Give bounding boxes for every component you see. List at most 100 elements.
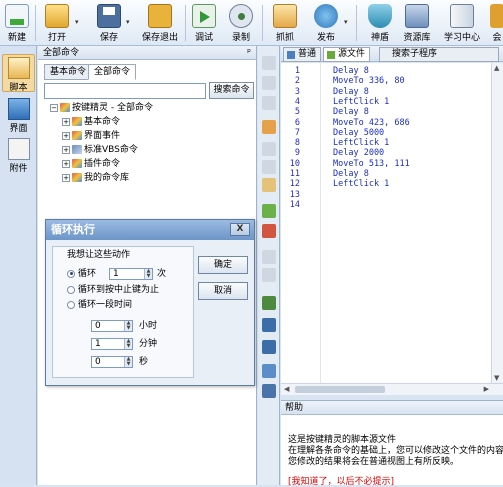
save-exit-button[interactable]: 保存退出 <box>138 2 182 44</box>
publish-button[interactable]: 发布 <box>312 2 340 44</box>
dismiss-tip-link[interactable]: [我知道了，以后不必提示] <box>288 474 394 487</box>
ok-button[interactable]: 确定 <box>198 256 248 274</box>
code-line[interactable]: Delay 5000 <box>333 128 384 138</box>
tab-all-commands[interactable]: 全部命令 <box>88 64 137 80</box>
code-line[interactable]: LeftClick 1 <box>333 179 389 189</box>
loop-duration-radio[interactable]: 循环一段时间 <box>67 299 132 311</box>
save-dropdown-icon[interactable]: ▾ <box>126 18 130 26</box>
tree-item-label: 界面事件 <box>84 131 121 141</box>
attachment-icon <box>7 138 30 160</box>
editor-horizontal-scrollbar[interactable]: ◀ ▶ <box>281 383 503 395</box>
tab-source-file[interactable]: 源文件 <box>323 47 371 62</box>
comment-icon[interactable] <box>262 204 276 218</box>
undo-icon[interactable] <box>262 250 276 264</box>
stepper-arrows-icon[interactable]: ▲ ▼ <box>124 321 132 331</box>
expand-icon[interactable]: + <box>62 117 70 126</box>
code-line[interactable]: LeftClick 1 <box>333 138 389 148</box>
tree-item[interactable]: + 基本命令 <box>62 116 120 128</box>
tree-item[interactable]: + 标准VBS命令 <box>62 144 138 156</box>
move-up-icon[interactable] <box>262 56 276 70</box>
stepper-arrows-icon[interactable]: ▲ ▼ <box>124 357 132 367</box>
member-icon <box>490 4 503 28</box>
stepper-arrows-icon[interactable]: ▲ ▼ <box>124 339 132 349</box>
subroutine-search[interactable]: 搜索子程序 <box>379 47 499 62</box>
minutes-stepper[interactable]: 1 ▲ ▼ <box>91 338 133 350</box>
tree-item[interactable]: + 插件命令 <box>62 158 120 170</box>
delete-icon[interactable] <box>262 96 276 110</box>
tree-root[interactable]: − 按键精灵 - 全部命令 <box>50 102 153 114</box>
find-icon[interactable] <box>262 318 276 332</box>
scroll-up-icon[interactable]: ▲ <box>494 64 499 72</box>
loop-count-radio[interactable]: 循环 <box>67 268 96 280</box>
tab-ui[interactable]: 界面 <box>2 96 35 134</box>
expand-icon[interactable]: + <box>62 173 70 182</box>
cancel-button[interactable]: 取消 <box>198 282 248 300</box>
command-search-input[interactable] <box>44 83 206 99</box>
hand-icon[interactable] <box>262 120 276 134</box>
code-line[interactable]: Delay 8 <box>333 107 369 117</box>
close-icon[interactable]: X <box>230 223 250 236</box>
source-editor[interactable]: 1 2 3 4 5 6 7 8 9 10 11 12 13 14 Delay 8 MoveTo 336, 8… <box>281 63 491 383</box>
tab-normal-view[interactable]: 普通 <box>283 47 322 62</box>
loop-duration-label: 循环一段时间 <box>78 300 133 310</box>
learn-center-button[interactable]: 学习中心 <box>442 2 482 44</box>
goto-icon[interactable] <box>262 296 276 310</box>
scroll-down-icon[interactable]: ▼ <box>494 374 499 382</box>
scroll-thumb[interactable] <box>295 386 385 393</box>
tree-item[interactable]: + 界面事件 <box>62 130 120 142</box>
code-line[interactable]: MoveTo 513, 111 <box>333 159 410 169</box>
editor-vertical-scrollbar[interactable]: ▲ ▼ <box>491 63 503 383</box>
hours-stepper[interactable]: 0 ▲ ▼ <box>91 320 133 332</box>
help-panel: 帮助 这是按键精灵的脚本源文件 在理解各条命令的基础上，您可以修改这个文件的内容… <box>281 400 503 487</box>
scroll-right-icon[interactable]: ▶ <box>484 385 489 393</box>
debug-button[interactable]: 调试 <box>191 2 217 44</box>
copy-icon[interactable] <box>262 160 276 174</box>
new-button[interactable]: 新建 <box>2 2 32 44</box>
replace-icon[interactable] <box>262 340 276 354</box>
properties-icon[interactable] <box>262 364 276 378</box>
loop-count-stepper[interactable]: 1 ▲ ▼ <box>109 268 153 280</box>
search-command-button[interactable]: 搜索命令 <box>209 82 254 99</box>
capture-button[interactable]: 抓抓 <box>272 2 298 44</box>
open-dropdown-icon[interactable]: ▾ <box>75 18 79 26</box>
cut-icon[interactable] <box>262 142 276 156</box>
line-number: 11 <box>289 169 300 179</box>
paste-icon[interactable] <box>262 178 276 192</box>
move-down-icon[interactable] <box>262 76 276 90</box>
code-line[interactable]: MoveTo 423, 686 <box>333 118 410 128</box>
seconds-stepper[interactable]: 0 ▲ ▼ <box>91 356 133 368</box>
record-button[interactable]: 录制 <box>228 2 254 44</box>
code-line[interactable]: LeftClick 1 <box>333 97 389 107</box>
tree-item[interactable]: + 我的命令库 <box>62 172 129 184</box>
expand-icon[interactable]: + <box>62 159 70 168</box>
tab-script[interactable]: 脚本 <box>2 54 35 93</box>
tab-basic-commands[interactable]: 基本命令 <box>44 64 93 80</box>
tab-attach[interactable]: 附件 <box>2 136 35 174</box>
loop-options-group: 我想让这些动作 循环 1 ▲ ▼ 次 循环到按中止键为止 循环一段时间 0 ▲ ▼ … <box>52 246 194 378</box>
code-line[interactable]: Delay 8 <box>333 66 369 76</box>
expand-icon[interactable]: + <box>62 131 70 140</box>
line-number-gutter: 1 2 3 4 5 6 7 8 9 10 11 12 13 14 <box>281 63 321 383</box>
loop-until-stop-radio[interactable]: 循环到按中止键为止 <box>67 284 159 296</box>
code-line[interactable]: MoveTo 336, 80 <box>333 76 405 86</box>
command-group-icon <box>72 145 82 154</box>
uncomment-icon[interactable] <box>262 224 276 238</box>
code-line[interactable]: Delay 8 <box>333 169 369 179</box>
member-button[interactable]: 会 <box>490 2 503 44</box>
pin-icon[interactable]: ᵖ <box>247 46 251 60</box>
collapse-icon[interactable]: − <box>50 103 58 112</box>
save-exit-icon <box>148 4 172 28</box>
open-button[interactable]: 打开 <box>42 2 72 44</box>
stepper-arrows-icon[interactable]: ▲ ▼ <box>144 269 152 279</box>
view-icon[interactable] <box>262 384 276 398</box>
scroll-left-icon[interactable]: ◀ <box>284 385 289 393</box>
globe-icon <box>314 4 338 28</box>
library-button[interactable]: 资源库 <box>400 2 434 44</box>
expand-icon[interactable]: + <box>62 145 70 154</box>
save-button[interactable]: 保存 <box>94 2 124 44</box>
code-line[interactable]: Delay 8 <box>333 87 369 97</box>
shield-button[interactable]: 神盾 <box>366 2 394 44</box>
code-line[interactable]: Delay 2000 <box>333 148 384 158</box>
publish-dropdown-icon[interactable]: ▾ <box>344 18 348 26</box>
redo-icon[interactable] <box>262 268 276 282</box>
